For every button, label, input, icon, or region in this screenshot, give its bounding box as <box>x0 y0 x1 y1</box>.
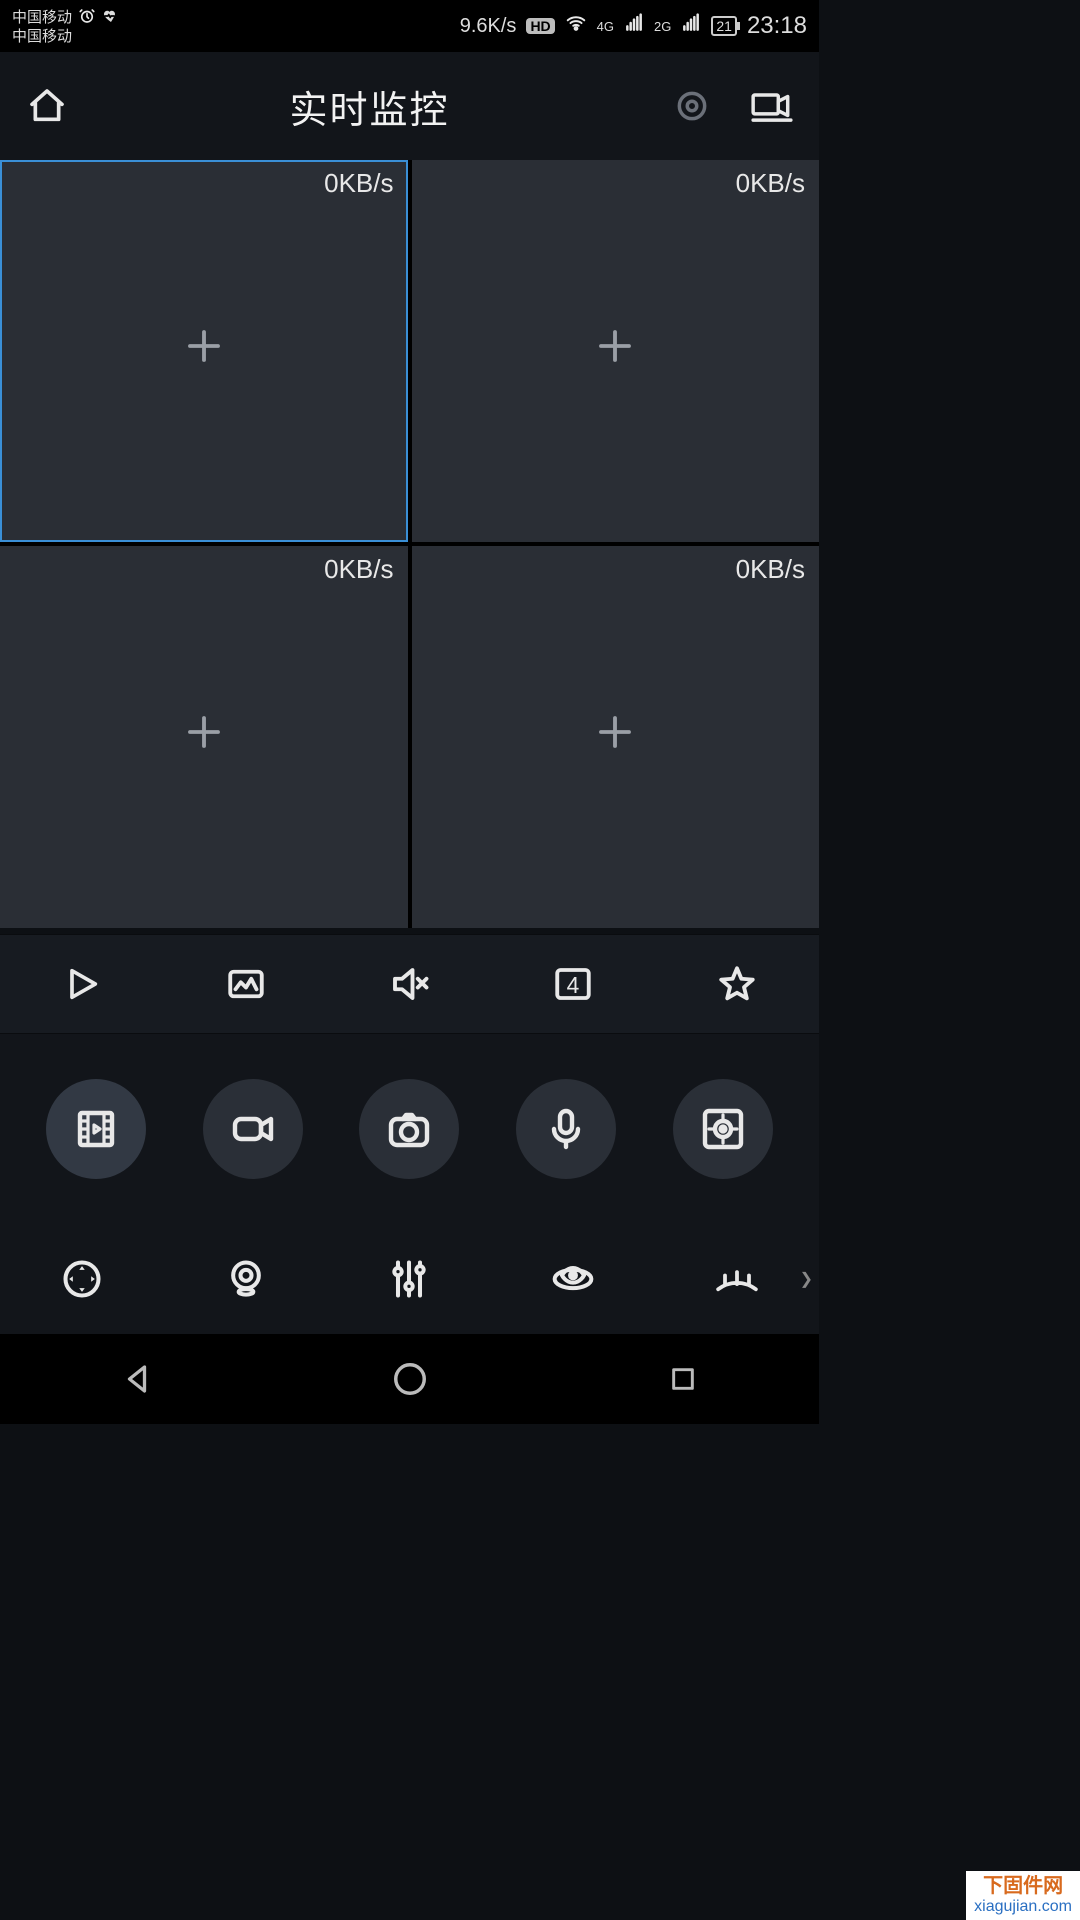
square-recent-icon <box>667 1363 699 1395</box>
status-bar: 中国移动 中国移动 9.6K/s HD 4G 2G 21 23:18 <box>0 0 819 52</box>
camera-photo-icon <box>385 1105 433 1153</box>
play-button[interactable] <box>58 960 106 1008</box>
play-icon <box>62 964 102 1004</box>
toolbar-circles <box>0 1034 819 1224</box>
talk-button[interactable] <box>516 1079 616 1179</box>
watermark-line2: xiagujian.com <box>974 1898 1072 1916</box>
ptz-button[interactable] <box>58 1255 106 1303</box>
film-icon <box>72 1105 120 1153</box>
fisheye-icon <box>224 1257 268 1301</box>
bitrate-label: 0KB/s <box>324 554 393 585</box>
add-camera-icon <box>594 325 636 377</box>
sliders-icon <box>387 1257 431 1301</box>
video-icon <box>229 1105 277 1153</box>
carrier-2: 中国移动 <box>12 29 120 46</box>
microphone-icon <box>542 1105 590 1153</box>
status-right: 9.6K/s HD 4G 2G 21 23:18 <box>460 12 807 40</box>
svg-text:4: 4 <box>567 972 580 998</box>
home-nav-button[interactable] <box>383 1352 437 1406</box>
toolbar-secondary: ❯ <box>0 1224 819 1334</box>
clock: 23:18 <box>747 12 807 40</box>
carrier-1: 中国移动 <box>12 10 72 27</box>
fisheye-button[interactable] <box>222 1255 270 1303</box>
battery-level: 21 <box>711 16 737 36</box>
ptz-icon <box>60 1257 104 1301</box>
grid-4-icon: 4 <box>552 963 594 1005</box>
split-button[interactable]: 4 <box>549 960 597 1008</box>
status-left: 中国移动 中国移动 <box>12 7 120 46</box>
favorite-button[interactable] <box>713 960 761 1008</box>
focus-button[interactable] <box>673 1079 773 1179</box>
record-clip-button[interactable] <box>46 1079 146 1179</box>
home-button[interactable] <box>24 83 70 129</box>
focus-icon <box>699 1105 747 1153</box>
image-icon <box>225 963 267 1005</box>
add-camera-icon <box>594 711 636 763</box>
page-title: 实时监控 <box>289 79 449 134</box>
wiper-button[interactable] <box>713 1255 761 1303</box>
net-2g: 2G <box>654 19 671 34</box>
signal-1-icon <box>624 13 644 39</box>
bitrate-label: 0KB/s <box>736 554 805 585</box>
quality-button[interactable] <box>222 960 270 1008</box>
android-nav-bar <box>0 1334 819 1424</box>
heart-icon <box>102 7 120 30</box>
watermark-line1: 下固件网 <box>974 1875 1072 1898</box>
wiper-icon <box>713 1257 761 1301</box>
circle-home-icon <box>391 1360 429 1398</box>
gear-icon <box>673 87 711 125</box>
settings-button[interactable] <box>669 83 715 129</box>
net-4g: 4G <box>597 19 614 34</box>
bitrate-label: 0KB/s <box>736 168 805 199</box>
back-button[interactable] <box>110 1352 164 1406</box>
camera-cell-4[interactable]: 0KB/s <box>412 546 820 928</box>
camera-cell-1[interactable]: 0KB/s <box>0 160 408 542</box>
toolbar-primary: 4 <box>0 934 819 1034</box>
alarm-icon <box>78 7 96 30</box>
add-camera-icon <box>183 711 225 763</box>
speaker-mute-icon <box>388 963 430 1005</box>
hd-badge: HD <box>526 18 554 34</box>
bitrate-label: 0KB/s <box>324 168 393 199</box>
home-icon <box>27 86 67 126</box>
chevron-right-icon[interactable]: ❯ <box>800 1269 813 1289</box>
wifi-icon <box>565 12 587 40</box>
watermark: 下固件网 xiagujian.com <box>966 1871 1080 1920</box>
net-speed: 9.6K/s <box>460 15 517 38</box>
adjust-button[interactable] <box>385 1255 433 1303</box>
triangle-back-icon <box>119 1361 155 1397</box>
recent-button[interactable] <box>656 1352 710 1406</box>
snapshot-button[interactable] <box>359 1079 459 1179</box>
camera-cell-3[interactable]: 0KB/s <box>0 546 408 928</box>
video-button[interactable] <box>203 1079 303 1179</box>
camera-grid: 0KB/s 0KB/s 0KB/s 0KB/s <box>0 160 819 928</box>
add-camera-icon <box>183 325 225 377</box>
signal-2-icon <box>681 13 701 39</box>
eye-orbit-icon <box>551 1257 595 1301</box>
camera-icon <box>750 86 794 126</box>
app-header: 实时监控 <box>0 52 819 160</box>
mute-button[interactable] <box>385 960 433 1008</box>
camera-cell-2[interactable]: 0KB/s <box>412 160 820 542</box>
star-icon <box>716 963 758 1005</box>
camera-list-button[interactable] <box>749 83 795 129</box>
smart-track-button[interactable] <box>549 1255 597 1303</box>
